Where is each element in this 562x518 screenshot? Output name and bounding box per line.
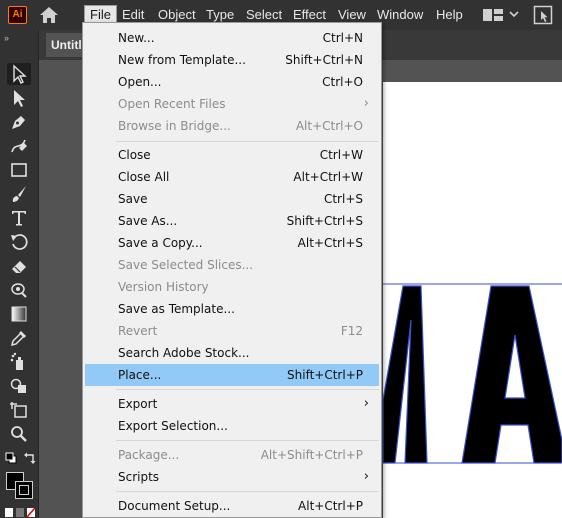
rectangle-tool-icon[interactable] — [7, 159, 31, 181]
menu-separator — [116, 440, 379, 441]
gradient-tool-icon[interactable] — [7, 303, 31, 325]
curvature-tool-icon[interactable] — [7, 135, 31, 157]
rotate-tool-icon[interactable] — [7, 231, 31, 253]
warp-tool-icon[interactable] — [7, 279, 31, 301]
zoom-tool-icon[interactable] — [7, 423, 31, 445]
shape-builder-tool-icon[interactable] — [7, 375, 31, 397]
submenu-arrow-icon: › — [363, 96, 369, 111]
menu-item-save-as-template[interactable]: Save as Template... — [85, 298, 379, 320]
menu-item-package[interactable]: Package... Alt+Shift+Ctrl+P — [85, 444, 379, 466]
menu-item-export-selection[interactable]: Export Selection... — [85, 415, 379, 437]
menu-item-close[interactable]: Close Ctrl+W — [85, 144, 379, 166]
artboard-tool-icon[interactable] — [7, 399, 31, 421]
menu-item-browse-bridge[interactable]: Browse in Bridge... Alt+Ctrl+O — [85, 115, 379, 137]
menu-item-save-as[interactable]: Save As... Shift+Ctrl+S — [85, 210, 379, 232]
illustrator-logo: Ai — [8, 6, 27, 24]
menu-item-close-all[interactable]: Close All Alt+Ctrl+W — [85, 166, 379, 188]
menu-item-save-a-copy[interactable]: Save a Copy... Alt+Ctrl+S — [85, 232, 379, 254]
menu-help[interactable]: Help — [431, 5, 468, 25]
default-colors-icon[interactable] — [5, 452, 17, 464]
workspace-switcher-icon[interactable] — [482, 8, 504, 22]
eyedropper-tool-icon[interactable] — [7, 327, 31, 349]
menu-item-revert[interactable]: Revert F12 — [85, 320, 379, 342]
direct-selection-tool-icon[interactable] — [7, 87, 31, 109]
menu-item-scripts[interactable]: Scripts › — [85, 466, 379, 488]
menu-item-save-selected-slices[interactable]: Save Selected Slices... — [85, 254, 379, 276]
eraser-tool-icon[interactable] — [7, 255, 31, 277]
submenu-arrow-icon: › — [363, 469, 369, 484]
menu-item-search-adobe-stock[interactable]: Search Adobe Stock... — [85, 342, 379, 364]
menu-separator — [116, 141, 379, 142]
symbol-sprayer-tool-icon[interactable] — [7, 351, 31, 373]
selection-tool-icon[interactable] — [7, 63, 31, 85]
swap-colors-icon[interactable] — [24, 452, 36, 464]
menu-item-version-history[interactable]: Version History — [85, 276, 379, 298]
artwork-letters[interactable] — [383, 280, 562, 465]
menu-item-document-setup[interactable]: Document Setup... Alt+Ctrl+P — [85, 495, 379, 517]
chevron-down-icon[interactable] — [509, 10, 519, 18]
home-icon[interactable] — [39, 6, 59, 24]
tools-panel: » — [0, 30, 39, 518]
menu-item-place[interactable]: Place... Shift+Ctrl+P — [85, 364, 379, 386]
menu-item-new-from-template[interactable]: New from Template... Shift+Ctrl+N — [85, 49, 379, 71]
menu-item-new[interactable]: New... Ctrl+N — [85, 27, 379, 49]
collapse-panel-icon[interactable]: » — [4, 33, 9, 43]
menu-separator — [116, 389, 379, 390]
search-help-icon[interactable] — [533, 5, 553, 25]
menu-separator — [116, 491, 379, 492]
color-mode-icons[interactable] — [4, 506, 36, 518]
pen-tool-icon[interactable] — [7, 111, 31, 133]
file-menu-dropdown: New... Ctrl+N New from Template... Shift+C… — [82, 22, 382, 518]
menu-item-export[interactable]: Export › — [85, 393, 379, 415]
type-tool-icon[interactable] — [7, 207, 31, 229]
paintbrush-tool-icon[interactable] — [7, 183, 31, 205]
submenu-arrow-icon: › — [363, 396, 369, 411]
menu-item-open-recent[interactable]: Open Recent Files › — [85, 93, 379, 115]
menu-item-save[interactable]: Save Ctrl+S — [85, 188, 379, 210]
menu-item-open[interactable]: Open... Ctrl+O — [85, 71, 379, 93]
stroke-color-swatch[interactable] — [15, 481, 33, 499]
